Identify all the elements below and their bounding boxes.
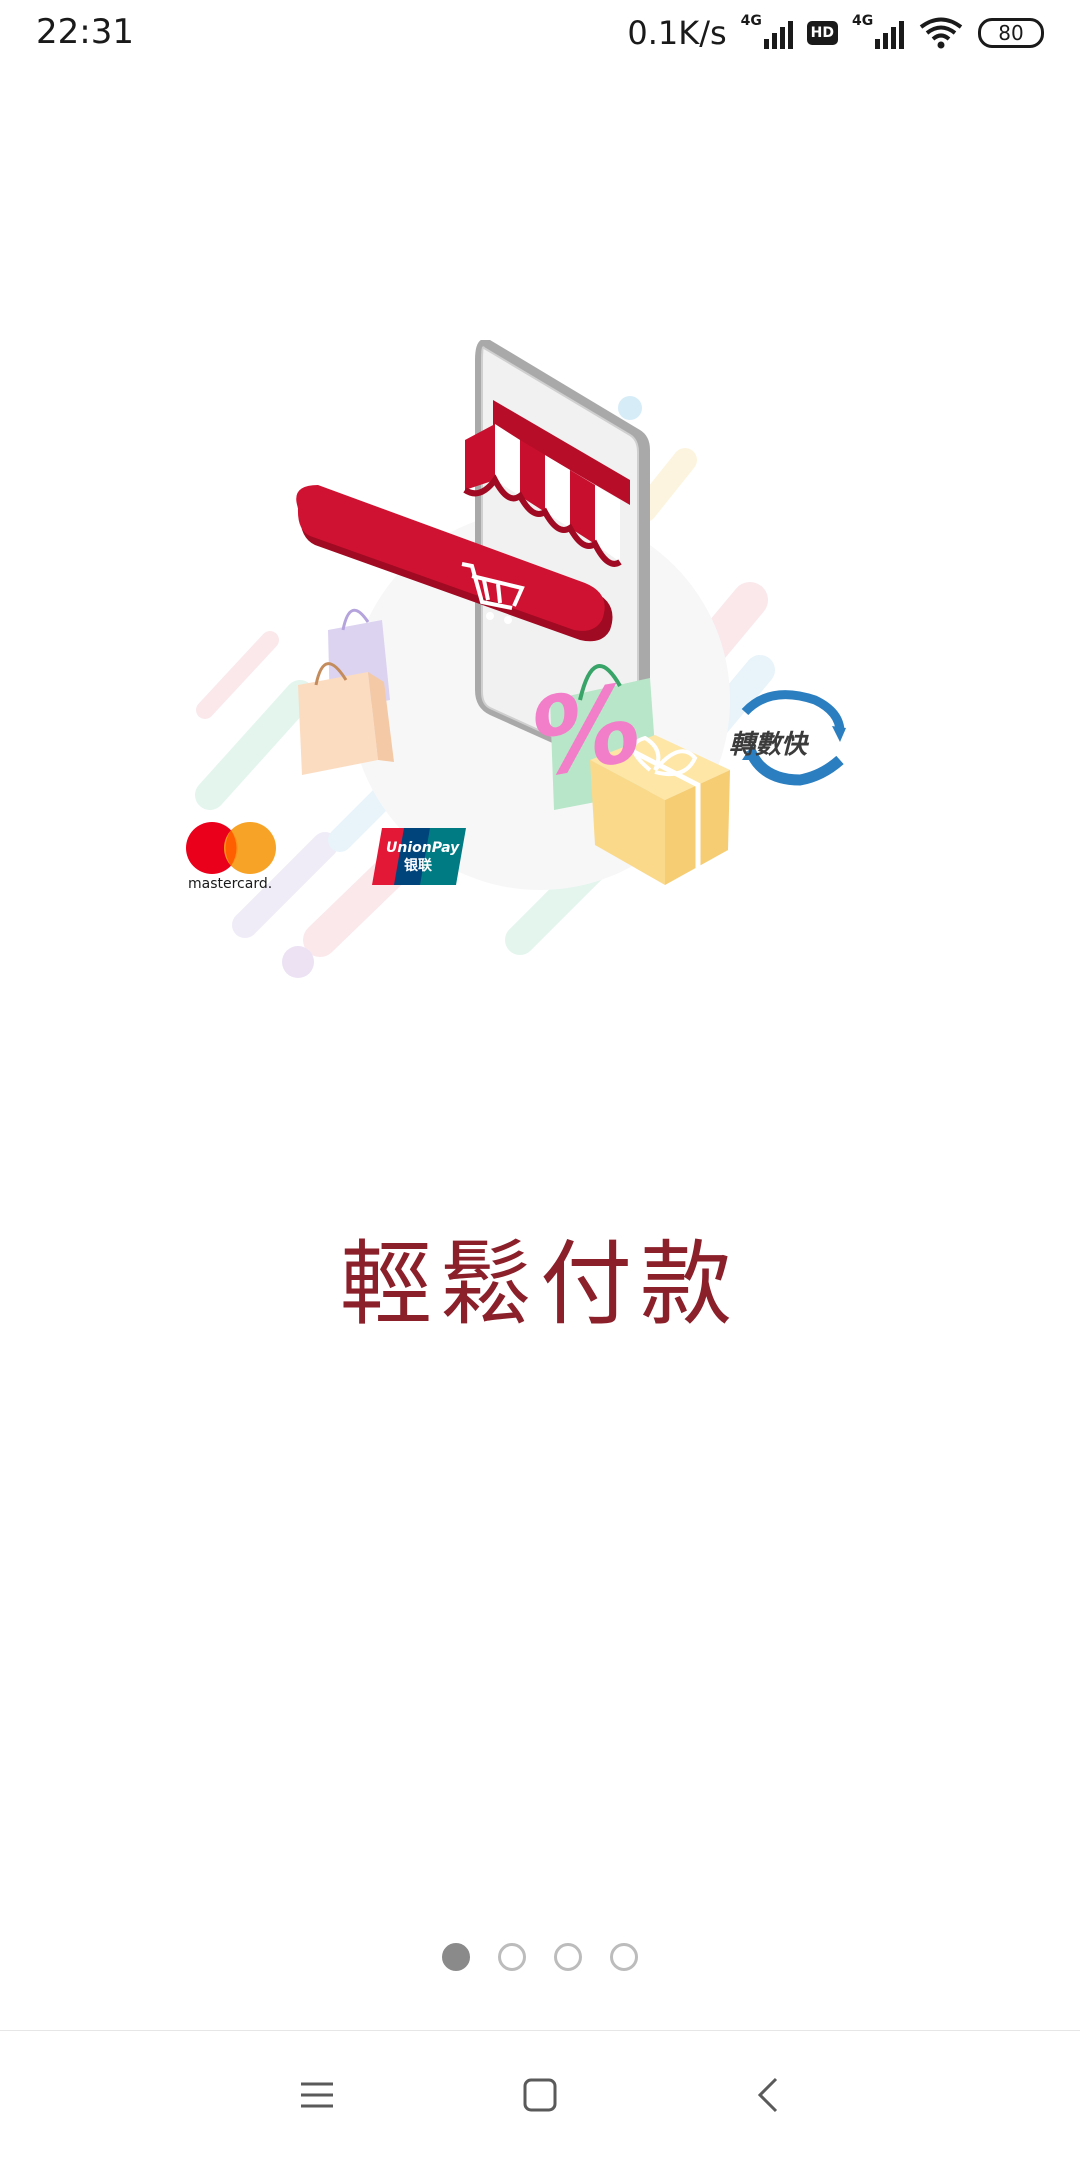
back-chevron-icon [757, 2077, 778, 2113]
back-button[interactable] [738, 2065, 798, 2125]
status-time: 22:31 [36, 12, 134, 52]
battery-level: 80 [998, 21, 1024, 45]
sim2-network-label: 4G [852, 13, 874, 29]
status-bar: 22:31 0.1K/s 4G HD 4G 80 [0, 0, 1080, 66]
onboarding-illustration: % mastercard. UnionPay 银联 轉數快 [150, 340, 870, 1000]
unionpay-cn-label: 银联 [404, 857, 433, 874]
onboarding-title: 輕鬆付款 [339, 1231, 740, 1338]
mastercard-label: mastercard. [188, 876, 272, 892]
shopping-bags-graphic [298, 608, 394, 775]
signal-sim2-icon: 4G [852, 13, 904, 53]
menu-button[interactable] [287, 2065, 347, 2125]
unionpay-label: UnionPay [386, 840, 460, 856]
unionpay-logo: UnionPay 银联 [372, 828, 466, 885]
system-nav-bar [0, 2030, 1080, 2161]
page-dot-2[interactable] [498, 1943, 526, 1971]
page-dot-3[interactable] [554, 1943, 582, 1971]
battery-icon: 80 [978, 18, 1044, 48]
page-dot-4[interactable] [610, 1943, 638, 1971]
percent-graphic: % [532, 658, 640, 803]
home-button[interactable] [510, 2065, 570, 2125]
status-icons: 0.1K/s 4G HD 4G 80 [627, 10, 1044, 56]
network-speed: 0.1K/s [627, 14, 727, 52]
signal-sim1-icon: 4G [741, 13, 793, 53]
sim1-network-label: 4G [740, 13, 762, 29]
fps-logo: 轉數快 [729, 690, 846, 786]
mastercard-logo: mastercard. [186, 822, 276, 892]
fps-label: 轉數快 [729, 730, 810, 760]
menu-icon [301, 2082, 333, 2108]
page-dot-1[interactable] [442, 1943, 470, 1971]
home-square-icon [523, 2078, 557, 2112]
wifi-icon [919, 17, 963, 49]
page-indicator [0, 1943, 1080, 1971]
hd-badge: HD [806, 21, 838, 45]
